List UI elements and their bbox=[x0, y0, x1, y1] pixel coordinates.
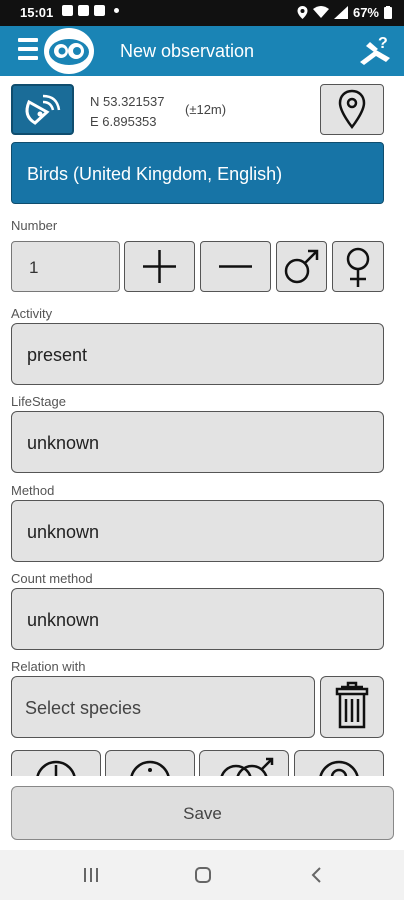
female-button[interactable] bbox=[332, 241, 384, 292]
wifi-icon bbox=[312, 6, 329, 18]
trash-icon bbox=[335, 681, 369, 729]
number-input[interactable]: 1 bbox=[11, 241, 120, 292]
menu-icon[interactable] bbox=[18, 38, 40, 64]
notification-icon bbox=[62, 5, 73, 16]
lifestage-select[interactable]: unknown bbox=[11, 411, 384, 473]
activity-label: Activity bbox=[11, 306, 53, 321]
battery-level: 67% bbox=[352, 5, 379, 20]
option-button[interactable] bbox=[199, 750, 289, 776]
female-icon bbox=[346, 247, 370, 287]
latitude-text: N 53.321537 bbox=[90, 94, 165, 109]
longitude-text: E 6.895353 bbox=[90, 114, 157, 129]
status-bar: 15:01 67% bbox=[0, 0, 404, 26]
option-button[interactable] bbox=[294, 750, 384, 776]
method-select[interactable]: unknown bbox=[11, 500, 384, 562]
map-pin-icon bbox=[338, 89, 366, 130]
relation-label: Relation with bbox=[11, 659, 86, 674]
status-right: 67% bbox=[297, 5, 392, 20]
lifestage-label: LifeStage bbox=[11, 394, 66, 409]
male-icon bbox=[284, 249, 319, 284]
app-bar: New observation ? bbox=[0, 26, 404, 76]
number-label: Number bbox=[11, 218, 58, 233]
relation-species-input[interactable]: Select species bbox=[11, 676, 315, 738]
recent-apps-icon[interactable] bbox=[76, 862, 106, 888]
gps-button[interactable] bbox=[11, 84, 74, 135]
option-button[interactable] bbox=[11, 750, 101, 776]
page-title: New observation bbox=[120, 41, 255, 61]
signal-icon bbox=[333, 6, 348, 19]
back-icon[interactable] bbox=[302, 862, 332, 888]
info-icon bbox=[130, 760, 170, 776]
plus-icon bbox=[143, 250, 176, 283]
svg-text:?: ? bbox=[378, 35, 388, 52]
save-button[interactable]: Save bbox=[11, 786, 394, 840]
delete-relation-button[interactable] bbox=[320, 676, 384, 738]
help-identify-icon[interactable]: ? bbox=[356, 32, 394, 70]
activity-select[interactable]: present bbox=[11, 323, 384, 385]
additional-options-row bbox=[0, 748, 404, 776]
count-method-select[interactable]: unknown bbox=[11, 588, 384, 650]
satellite-dish-icon bbox=[25, 94, 61, 125]
option-button[interactable] bbox=[105, 750, 195, 776]
camera-icon bbox=[319, 760, 359, 776]
method-label: Method bbox=[11, 483, 55, 498]
more-dot-icon bbox=[114, 8, 119, 13]
notification-icon bbox=[78, 5, 89, 16]
plus-button[interactable] bbox=[124, 241, 195, 292]
minus-button[interactable] bbox=[200, 241, 271, 292]
clock-icon bbox=[36, 760, 76, 776]
species-group-select[interactable]: Birds (United Kingdom, English) bbox=[11, 142, 384, 204]
male-button[interactable] bbox=[276, 241, 327, 292]
map-button[interactable] bbox=[320, 84, 384, 135]
home-icon[interactable] bbox=[188, 862, 218, 888]
notification-icons bbox=[62, 5, 119, 16]
system-nav-bar bbox=[0, 850, 404, 900]
accuracy-text: (±12m) bbox=[185, 102, 227, 117]
app-logo bbox=[44, 28, 94, 74]
location-icon bbox=[297, 6, 308, 19]
coordinates: N 53.321537 E 6.895353 bbox=[90, 92, 164, 132]
count-method-label: Count method bbox=[11, 571, 93, 586]
status-time: 15:01 bbox=[20, 5, 54, 20]
notification-icon bbox=[94, 5, 105, 16]
couple-icon bbox=[220, 757, 274, 776]
battery-icon bbox=[384, 6, 392, 19]
minus-icon bbox=[219, 265, 252, 268]
